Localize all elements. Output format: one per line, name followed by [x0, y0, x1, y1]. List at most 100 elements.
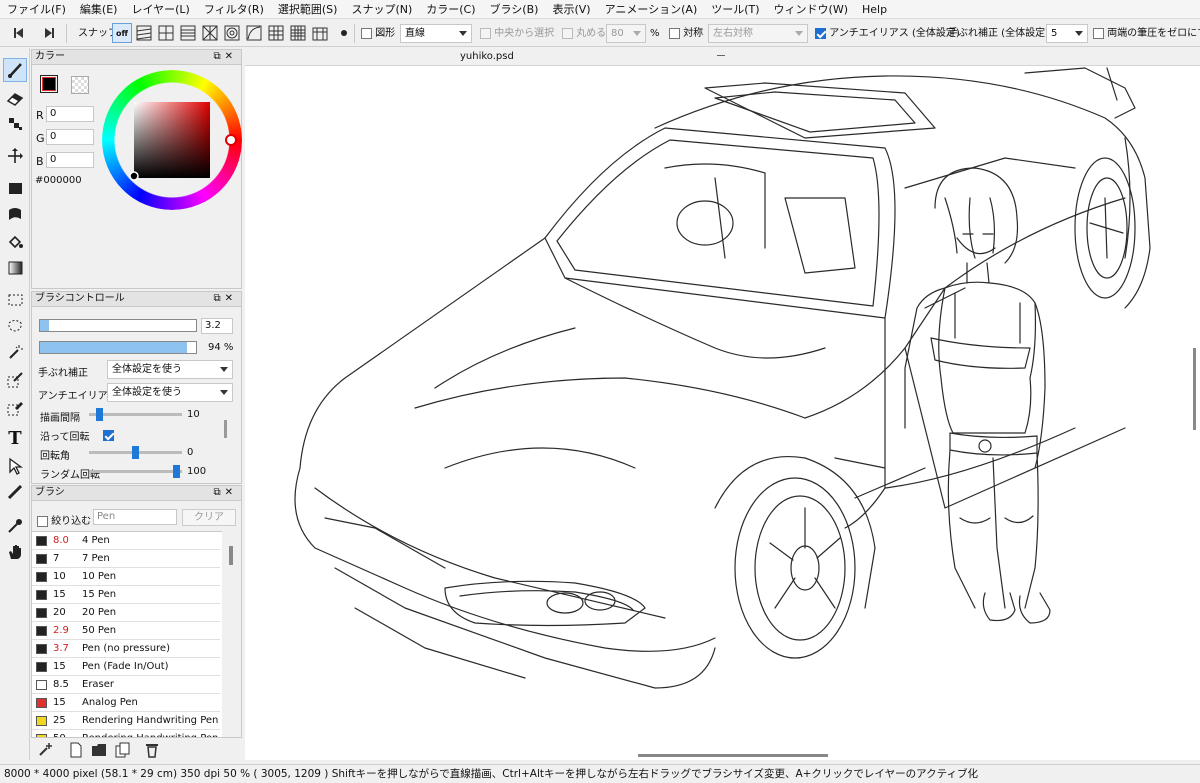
brush-tool-icon[interactable]: [3, 58, 27, 82]
brush-list-item[interactable]: 7 7 Pen: [32, 550, 220, 568]
interval-slider[interactable]: [89, 408, 182, 421]
snap-point-icon[interactable]: [334, 23, 354, 43]
taper-checkbox[interactable]: [1093, 27, 1104, 39]
brush-clear-button[interactable]: クリア: [182, 509, 236, 526]
menu-item[interactable]: ブラシ(B): [483, 0, 546, 19]
transparent-color-swatch[interactable]: [71, 76, 89, 94]
canvas-area[interactable]: [245, 48, 1200, 760]
menu-item[interactable]: アニメーション(A): [598, 0, 705, 19]
brush-list-item[interactable]: 15 Analog Pen: [32, 694, 220, 712]
brush-list-item[interactable]: 2.9 50 Pen: [32, 622, 220, 640]
stabilizer-select[interactable]: 5: [1046, 24, 1088, 43]
panel-controls-icon[interactable]: ⧉✕: [213, 486, 237, 500]
select-rect-tool-icon[interactable]: [3, 288, 27, 312]
round-checkbox[interactable]: [562, 27, 573, 39]
snap-concentric-icon[interactable]: [222, 23, 242, 43]
bc-stabilizer-select[interactable]: 全体設定を使う: [107, 360, 233, 379]
bucket-tool-icon[interactable]: [3, 230, 27, 254]
brush-list-item[interactable]: 25 Rendering Handwriting Pen (Li: [32, 712, 220, 730]
rotate-follow-checkbox[interactable]: [103, 429, 114, 441]
dot-tool-icon[interactable]: [3, 112, 27, 136]
undo-icon[interactable]: [10, 23, 30, 43]
menu-item[interactable]: ツール(T): [704, 0, 766, 19]
divide-tool-icon[interactable]: [3, 480, 27, 504]
brush-size-value[interactable]: 3.2: [201, 318, 233, 334]
symmetry-select[interactable]: 左右対称: [708, 24, 808, 43]
snap-off-button[interactable]: off: [112, 23, 132, 43]
antialias-checkbox[interactable]: [815, 27, 826, 39]
duplicate-brush-icon[interactable]: [115, 742, 131, 761]
snap-curve-icon[interactable]: [244, 23, 264, 43]
menu-item[interactable]: ファイル(F): [0, 0, 73, 19]
shape-checkbox[interactable]: [361, 27, 372, 39]
snap-3d-icon[interactable]: [310, 23, 330, 43]
magic-wand-tool-icon[interactable]: [3, 340, 27, 364]
panel-controls-icon[interactable]: ⧉✕: [213, 50, 237, 64]
brush-list-item[interactable]: 50 Rendering Handwriting Pen (Ri: [32, 730, 220, 737]
brush-size-bar[interactable]: [39, 319, 197, 332]
lasso-fill-tool-icon[interactable]: [3, 202, 27, 226]
shape-select[interactable]: 直線: [400, 24, 472, 43]
bc-antialias-select[interactable]: 全体設定を使う: [107, 383, 233, 402]
b-input[interactable]: 0: [46, 152, 94, 168]
menu-item[interactable]: Help: [855, 0, 894, 19]
new-brush-icon[interactable]: [69, 742, 83, 761]
foreground-color-swatch[interactable]: [40, 75, 58, 93]
menu-item[interactable]: フィルタ(R): [197, 0, 271, 19]
menu-item[interactable]: 表示(V): [545, 0, 597, 19]
snap-grid-icon[interactable]: [288, 23, 308, 43]
brush-list-item[interactable]: 8.5 Eraser: [32, 676, 220, 694]
snap-cross-icon[interactable]: [156, 23, 176, 43]
brush-filter-checkbox[interactable]: [37, 515, 48, 527]
menu-item[interactable]: スナップ(N): [344, 0, 419, 19]
snap-grid-lines-icon[interactable]: [178, 23, 198, 43]
document-tab[interactable]: yuhiko.psd: [460, 48, 514, 66]
add-brush-icon[interactable]: [37, 742, 53, 761]
move-tool-icon[interactable]: [3, 144, 27, 168]
snap-parallel-icon[interactable]: [134, 23, 154, 43]
eraser-tool-icon[interactable]: [3, 86, 27, 110]
operation-tool-icon[interactable]: [3, 454, 27, 478]
canvas-vertical-scrollbar[interactable]: [1193, 348, 1196, 430]
rectangle-fill-tool-icon[interactable]: [3, 176, 27, 200]
eyedropper-tool-icon[interactable]: [3, 514, 27, 538]
rotation-slider[interactable]: [89, 446, 182, 459]
select-pen-tool-icon[interactable]: [3, 368, 27, 392]
center-checkbox[interactable]: [480, 27, 491, 39]
snap-perspective-icon[interactable]: [266, 23, 286, 43]
panel-controls-icon[interactable]: ⧉✕: [213, 292, 237, 306]
brush-list-item[interactable]: 20 20 Pen: [32, 604, 220, 622]
folder-icon[interactable]: [91, 743, 107, 760]
menu-item[interactable]: レイヤー(L): [124, 0, 196, 19]
delete-brush-icon[interactable]: [145, 742, 159, 761]
select-eraser-tool-icon[interactable]: [3, 396, 27, 420]
brush-list-scrollbar[interactable]: [229, 546, 233, 565]
brush-opacity-bar[interactable]: [39, 341, 197, 354]
color-wheel[interactable]: [102, 70, 242, 210]
brush-list-item[interactable]: 8.0 4 Pen: [32, 532, 220, 550]
snap-radial-icon[interactable]: [200, 23, 220, 43]
gradient-tool-icon[interactable]: [3, 256, 27, 280]
brush-list-item[interactable]: 15 15 Pen: [32, 586, 220, 604]
brush-list-item[interactable]: 10 10 Pen: [32, 568, 220, 586]
random-slider[interactable]: [89, 465, 182, 478]
round-value-select[interactable]: 80: [606, 24, 646, 43]
artwork-canvas[interactable]: [245, 48, 1200, 760]
text-tool-icon[interactable]: T: [3, 426, 27, 450]
hand-tool-icon[interactable]: [3, 540, 27, 564]
brush-filter-input[interactable]: Pen: [93, 509, 177, 525]
tab-minimize-icon[interactable]: [717, 55, 725, 56]
canvas-horizontal-scrollbar[interactable]: [638, 754, 828, 757]
g-input[interactable]: 0: [46, 129, 94, 145]
brush-list-item[interactable]: 15 Pen (Fade In/Out): [32, 658, 220, 676]
menu-item[interactable]: ウィンドウ(W): [767, 0, 855, 19]
redo-icon[interactable]: [38, 23, 58, 43]
symmetry-checkbox[interactable]: [669, 27, 680, 39]
lasso-select-tool-icon[interactable]: [3, 314, 27, 338]
menu-item[interactable]: 編集(E): [73, 0, 125, 19]
brush-control-scrollbar[interactable]: [224, 420, 227, 438]
brush-list-item[interactable]: 3.7 Pen (no pressure): [32, 640, 220, 658]
r-input[interactable]: 0: [46, 106, 94, 122]
menu-item[interactable]: 選択範囲(S): [271, 0, 345, 19]
menu-item[interactable]: カラー(C): [419, 0, 482, 19]
